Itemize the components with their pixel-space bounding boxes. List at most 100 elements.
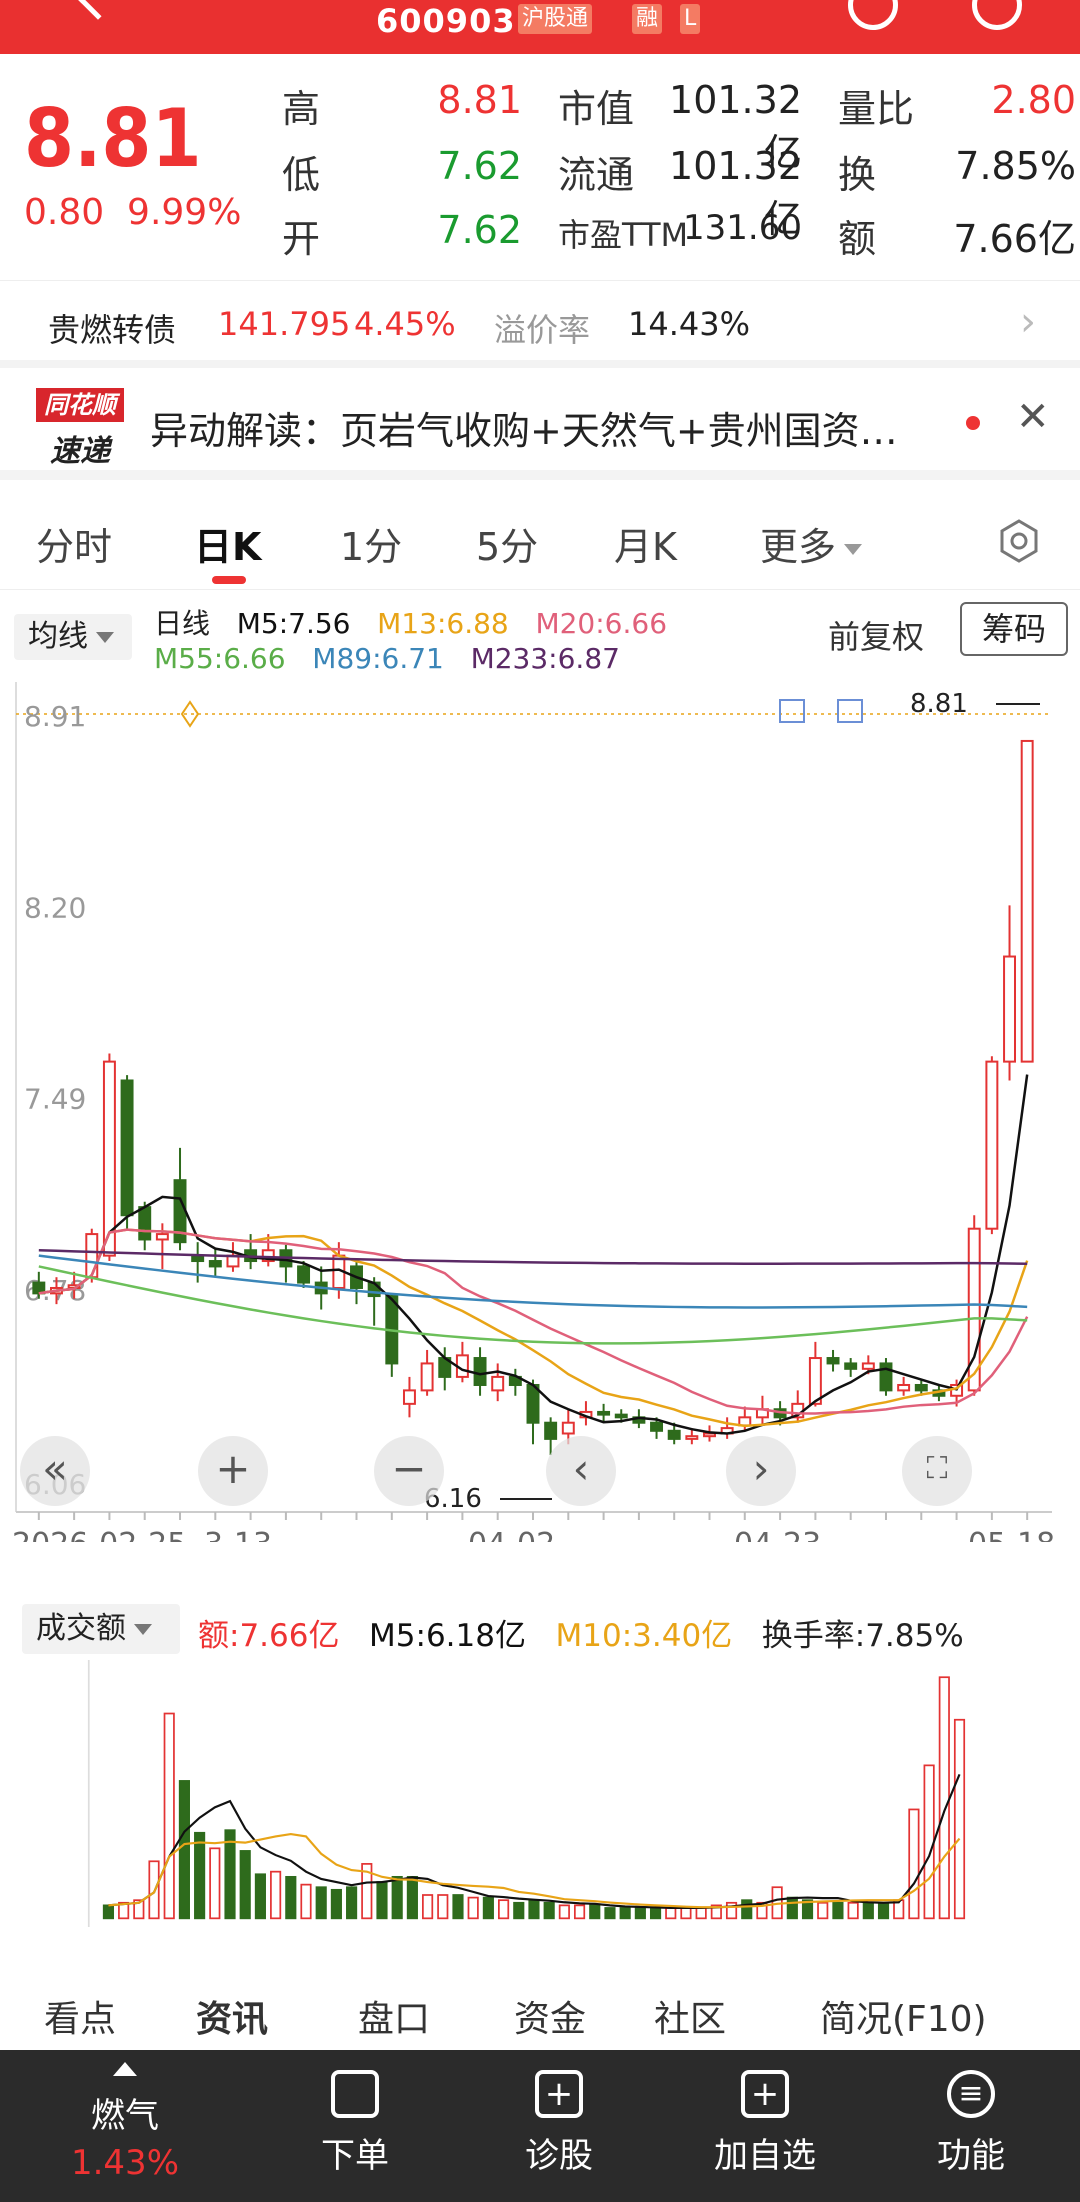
high-value: 8.81 [437,78,522,122]
candle [614,1413,628,1419]
order-button[interactable]: 下单 [290,2070,420,2177]
mktcap-label: 市值 [558,87,635,131]
tab-daily-k[interactable]: 日K [194,516,261,571]
volume-bar [482,1896,494,1920]
sector-item[interactable]: 燃气 1.43% [60,2062,190,2183]
fullscreen-icon[interactable]: ⛶ [902,1436,972,1506]
volume-bar [619,1907,631,1920]
candle [138,1206,152,1241]
menu-icon: ≡ [947,2070,995,2118]
candle [544,1421,558,1440]
volume-bar [498,1899,510,1920]
tab-1min[interactable]: 1分 [340,516,402,571]
close-icon[interactable]: ✕ [1016,394,1050,440]
tab-5min[interactable]: 5分 [476,516,538,571]
add-icon: + [741,2070,789,2118]
y-tick-label: 8.20 [24,891,86,924]
back-icon[interactable] [78,0,118,20]
candle [1003,955,1016,1063]
vol-amount: 额:7.66亿 [198,1618,340,1654]
vol-m10: M10:3.40亿 [555,1618,733,1654]
news-banner[interactable]: 同花顺 速递 异动解读：页岩气收购+天然气+贵州国资… ✕ [0,370,1080,480]
stock-code: 600903 [376,2,516,40]
diagnose-button[interactable]: + 诊股 [494,2070,624,2177]
volume-bar [391,1875,403,1920]
candlestick-chart[interactable]: 8.918.207.496.786.068.816.162026-02-253-… [0,682,1080,1542]
candle [526,1383,540,1424]
volume-bar [649,1907,662,1920]
open-label: 开 [282,217,321,261]
tab-monthly-k[interactable]: 月K [614,516,677,571]
vol-turnover: 换手率:7.85% [761,1618,964,1654]
volume-bar [786,1896,798,1920]
volume-bar [178,1780,190,1920]
sector-name: 燃气 [91,2096,159,2136]
cb-price: 141.795 [218,305,351,343]
ma5-value: M5:7.56 [236,607,351,640]
high-label: 高 [282,87,321,131]
candle [826,1357,840,1365]
tab-intraday[interactable]: 分时 [36,516,112,571]
candle [402,1389,416,1405]
tab-more[interactable]: 更多 [760,516,863,571]
ma89-value: M89:6.71 [312,642,444,675]
chips-button[interactable]: 筹码 [960,602,1068,656]
volume-bar [194,1831,206,1920]
candle [879,1362,893,1392]
zoom-in-icon[interactable]: + [198,1436,268,1506]
settings-icon[interactable] [996,518,1042,564]
cb-pct: 4.45% [354,305,456,343]
user-icon[interactable] [848,0,898,30]
candle [155,1233,169,1241]
volume-bar [558,1904,570,1920]
tab-highlights[interactable]: 看点 [44,1990,116,2042]
tab-funds[interactable]: 资金 [514,1990,586,2042]
volume-bar [528,1899,540,1920]
ma-selector[interactable]: 均线 [14,614,132,660]
x-tick-label: 04-02 [468,1527,555,1542]
ma55-line [38,1265,1028,1345]
volume-bar [908,1808,920,1920]
arrow-up-icon [113,2062,137,2076]
search-icon[interactable] [972,0,1022,30]
volume-bar [741,1899,753,1920]
quote-panel: 8.81 0.80 9.99% 高 8.81 低 7.62 开 7.62 市值 … [0,54,1080,276]
tab-f10[interactable]: 简况(F10) [820,1990,987,2042]
convertible-bond-row[interactable]: 贵燃转债 141.795 4.45% 溢价率 14.43% › [0,280,1080,368]
volume-bar [315,1886,327,1920]
adjust-mode[interactable]: 前复权 [828,612,924,658]
tab-news[interactable]: 资讯 [196,1990,268,2042]
candle [914,1383,928,1392]
high-price-label: 8.81 [910,689,968,719]
info-tabs: 看点 资讯 盘口 资金 社区 简况(F10) [0,1990,1080,2050]
add-favorite-button[interactable]: + 加自选 [700,2070,830,2177]
volume-selector[interactable]: 成交额 [22,1604,180,1654]
last-price: 8.81 [24,92,202,185]
volume-chart[interactable] [0,1660,1080,1970]
volume-bar [300,1883,312,1920]
prev-icon[interactable]: ‹ [546,1436,616,1506]
candle [985,1060,999,1230]
diagnose-icon: + [535,2070,583,2118]
function-button[interactable]: ≡ 功能 [906,2070,1036,2177]
ths-express-logo: 同花顺 速递 [36,388,124,469]
ma13-value: M13:6.88 [377,607,509,640]
zoom-out-icon[interactable]: − [374,1436,444,1506]
volume-bar [254,1873,266,1920]
volume-bar [695,1907,707,1920]
volume-bar [437,1894,449,1920]
level-badge: L [680,4,701,34]
low-label: 低 [282,153,321,197]
volume-bar [680,1907,692,1920]
volume-bar [330,1888,342,1920]
volume-bar [285,1875,297,1920]
candle [844,1362,858,1370]
volume-bar [346,1886,358,1920]
next-icon[interactable]: › [726,1436,796,1506]
candle [491,1375,505,1392]
float-label: 流通 [558,153,635,197]
tab-community[interactable]: 社区 [654,1990,726,2042]
volume-bar [163,1712,175,1920]
scroll-back-icon[interactable]: « [20,1436,90,1506]
tab-orderbook[interactable]: 盘口 [358,1990,430,2042]
